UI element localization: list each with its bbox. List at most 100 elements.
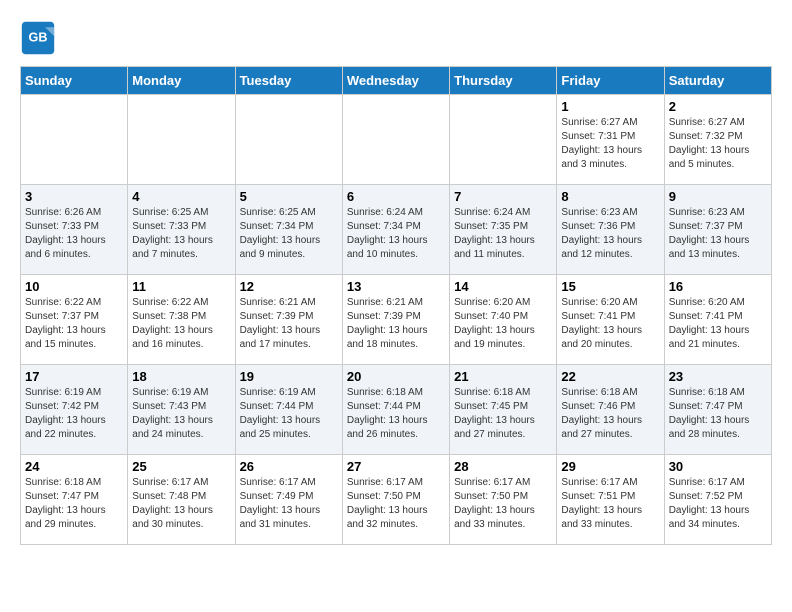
day-info: Sunrise: 6:23 AM Sunset: 7:37 PM Dayligh… (669, 206, 767, 262)
day-info: Sunrise: 6:25 AM Sunset: 7:33 PM Dayligh… (132, 206, 230, 262)
day-info: Sunrise: 6:24 AM Sunset: 7:34 PM Dayligh… (347, 206, 445, 262)
header-day-sunday: Sunday (21, 67, 128, 95)
logo-icon: GB (20, 20, 56, 56)
day-info: Sunrise: 6:21 AM Sunset: 7:39 PM Dayligh… (347, 296, 445, 352)
day-info: Sunrise: 6:17 AM Sunset: 7:48 PM Dayligh… (132, 476, 230, 532)
day-cell: 24 Sunrise: 6:18 AM Sunset: 7:47 PM Dayli… (21, 455, 128, 545)
day-cell: 6Sunrise: 6:24 AM Sunset: 7:34 PM Daylig… (342, 185, 449, 275)
day-number: 5 (240, 189, 338, 204)
day-number: 28 (454, 459, 552, 474)
day-number: 15 (561, 279, 659, 294)
header-day-tuesday: Tuesday (235, 67, 342, 95)
day-cell: 2Sunrise: 6:27 AM Sunset: 7:32 PM Daylig… (664, 95, 771, 185)
day-cell: 13 Sunrise: 6:21 AM Sunset: 7:39 PM Dayli… (342, 275, 449, 365)
day-cell: 21Sunrise: 6:18 AM Sunset: 7:45 PM Dayli… (450, 365, 557, 455)
day-info: Sunrise: 6:20 AM Sunset: 7:40 PM Dayligh… (454, 296, 552, 352)
day-info: Sunrise: 6:17 AM Sunset: 7:52 PM Dayligh… (669, 476, 767, 532)
day-cell: 30 Sunrise: 6:17 AM Sunset: 7:52 PM Dayli… (664, 455, 771, 545)
day-cell: 14 Sunrise: 6:20 AM Sunset: 7:40 PM Dayli… (450, 275, 557, 365)
day-info: Sunrise: 6:21 AM Sunset: 7:39 PM Dayligh… (240, 296, 338, 352)
day-info: Sunrise: 6:19 AM Sunset: 7:42 PM Dayligh… (25, 386, 123, 442)
week-row-2: 3 Sunrise: 6:26 AM Sunset: 7:33 PM Daylig… (21, 185, 772, 275)
day-cell: 11 Sunrise: 6:22 AM Sunset: 7:38 PM Dayli… (128, 275, 235, 365)
day-cell: 28 Sunrise: 6:17 AM Sunset: 7:50 PM Dayli… (450, 455, 557, 545)
header-day-saturday: Saturday (664, 67, 771, 95)
day-cell: 26Sunrise: 6:17 AM Sunset: 7:49 PM Dayli… (235, 455, 342, 545)
day-info: Sunrise: 6:18 AM Sunset: 7:44 PM Dayligh… (347, 386, 445, 442)
day-cell: 10 Sunrise: 6:22 AM Sunset: 7:37 PM Dayli… (21, 275, 128, 365)
day-info: Sunrise: 6:23 AM Sunset: 7:36 PM Dayligh… (561, 206, 659, 262)
day-cell (450, 95, 557, 185)
week-row-3: 10 Sunrise: 6:22 AM Sunset: 7:37 PM Dayli… (21, 275, 772, 365)
day-cell: 17 Sunrise: 6:19 AM Sunset: 7:42 PM Dayli… (21, 365, 128, 455)
calendar-table: SundayMondayTuesdayWednesdayThursdayFrid… (20, 66, 772, 545)
day-cell: 1 Sunrise: 6:27 AM Sunset: 7:31 PM Daylig… (557, 95, 664, 185)
day-info: Sunrise: 6:24 AM Sunset: 7:35 PM Dayligh… (454, 206, 552, 262)
day-cell: 9 Sunrise: 6:23 AM Sunset: 7:37 PM Daylig… (664, 185, 771, 275)
day-number: 12 (240, 279, 338, 294)
day-cell (21, 95, 128, 185)
day-cell: 27 Sunrise: 6:17 AM Sunset: 7:50 PM Dayli… (342, 455, 449, 545)
header-day-thursday: Thursday (450, 67, 557, 95)
day-info: Sunrise: 6:18 AM Sunset: 7:47 PM Dayligh… (25, 476, 123, 532)
day-info: Sunrise: 6:19 AM Sunset: 7:43 PM Dayligh… (132, 386, 230, 442)
day-number: 20 (347, 369, 445, 384)
day-number: 7 (454, 189, 552, 204)
day-cell: 29 Sunrise: 6:17 AM Sunset: 7:51 PM Dayli… (557, 455, 664, 545)
day-info: Sunrise: 6:18 AM Sunset: 7:45 PM Dayligh… (454, 386, 552, 442)
day-number: 4 (132, 189, 230, 204)
day-info: Sunrise: 6:17 AM Sunset: 7:49 PM Dayligh… (240, 476, 338, 532)
day-cell: 7 Sunrise: 6:24 AM Sunset: 7:35 PM Daylig… (450, 185, 557, 275)
day-info: Sunrise: 6:17 AM Sunset: 7:51 PM Dayligh… (561, 476, 659, 532)
day-number: 19 (240, 369, 338, 384)
logo: GB (20, 20, 62, 56)
week-row-4: 17 Sunrise: 6:19 AM Sunset: 7:42 PM Dayli… (21, 365, 772, 455)
day-number: 23 (669, 369, 767, 384)
day-cell: 3 Sunrise: 6:26 AM Sunset: 7:33 PM Daylig… (21, 185, 128, 275)
week-row-1: 1 Sunrise: 6:27 AM Sunset: 7:31 PM Daylig… (21, 95, 772, 185)
svg-text:GB: GB (29, 31, 48, 45)
day-number: 18 (132, 369, 230, 384)
day-cell: 22Sunrise: 6:18 AM Sunset: 7:46 PM Dayli… (557, 365, 664, 455)
day-number: 9 (669, 189, 767, 204)
header-day-friday: Friday (557, 67, 664, 95)
day-number: 3 (25, 189, 123, 204)
day-info: Sunrise: 6:27 AM Sunset: 7:31 PM Dayligh… (561, 116, 659, 172)
day-number: 2 (669, 99, 767, 114)
day-info: Sunrise: 6:20 AM Sunset: 7:41 PM Dayligh… (561, 296, 659, 352)
day-cell: 20 Sunrise: 6:18 AM Sunset: 7:44 PM Dayli… (342, 365, 449, 455)
day-number: 10 (25, 279, 123, 294)
week-row-5: 24 Sunrise: 6:18 AM Sunset: 7:47 PM Dayli… (21, 455, 772, 545)
day-number: 1 (561, 99, 659, 114)
day-number: 16 (669, 279, 767, 294)
day-cell (235, 95, 342, 185)
day-cell: 15 Sunrise: 6:20 AM Sunset: 7:41 PM Dayli… (557, 275, 664, 365)
day-info: Sunrise: 6:18 AM Sunset: 7:47 PM Dayligh… (669, 386, 767, 442)
day-info: Sunrise: 6:25 AM Sunset: 7:34 PM Dayligh… (240, 206, 338, 262)
day-info: Sunrise: 6:17 AM Sunset: 7:50 PM Dayligh… (454, 476, 552, 532)
day-number: 25 (132, 459, 230, 474)
day-number: 29 (561, 459, 659, 474)
day-info: Sunrise: 6:18 AM Sunset: 7:46 PM Dayligh… (561, 386, 659, 442)
day-cell: 23 Sunrise: 6:18 AM Sunset: 7:47 PM Dayli… (664, 365, 771, 455)
day-number: 8 (561, 189, 659, 204)
header-day-monday: Monday (128, 67, 235, 95)
day-info: Sunrise: 6:22 AM Sunset: 7:37 PM Dayligh… (25, 296, 123, 352)
day-cell: 8 Sunrise: 6:23 AM Sunset: 7:36 PM Daylig… (557, 185, 664, 275)
day-number: 27 (347, 459, 445, 474)
day-cell: 12 Sunrise: 6:21 AM Sunset: 7:39 PM Dayli… (235, 275, 342, 365)
day-number: 13 (347, 279, 445, 294)
day-cell: 5 Sunrise: 6:25 AM Sunset: 7:34 PM Daylig… (235, 185, 342, 275)
day-number: 30 (669, 459, 767, 474)
day-info: Sunrise: 6:22 AM Sunset: 7:38 PM Dayligh… (132, 296, 230, 352)
day-number: 14 (454, 279, 552, 294)
day-number: 11 (132, 279, 230, 294)
day-info: Sunrise: 6:26 AM Sunset: 7:33 PM Dayligh… (25, 206, 123, 262)
day-cell: 16 Sunrise: 6:20 AM Sunset: 7:41 PM Dayli… (664, 275, 771, 365)
day-number: 24 (25, 459, 123, 474)
day-number: 17 (25, 369, 123, 384)
day-info: Sunrise: 6:17 AM Sunset: 7:50 PM Dayligh… (347, 476, 445, 532)
header-day-wednesday: Wednesday (342, 67, 449, 95)
day-cell: 4 Sunrise: 6:25 AM Sunset: 7:33 PM Daylig… (128, 185, 235, 275)
day-info: Sunrise: 6:20 AM Sunset: 7:41 PM Dayligh… (669, 296, 767, 352)
